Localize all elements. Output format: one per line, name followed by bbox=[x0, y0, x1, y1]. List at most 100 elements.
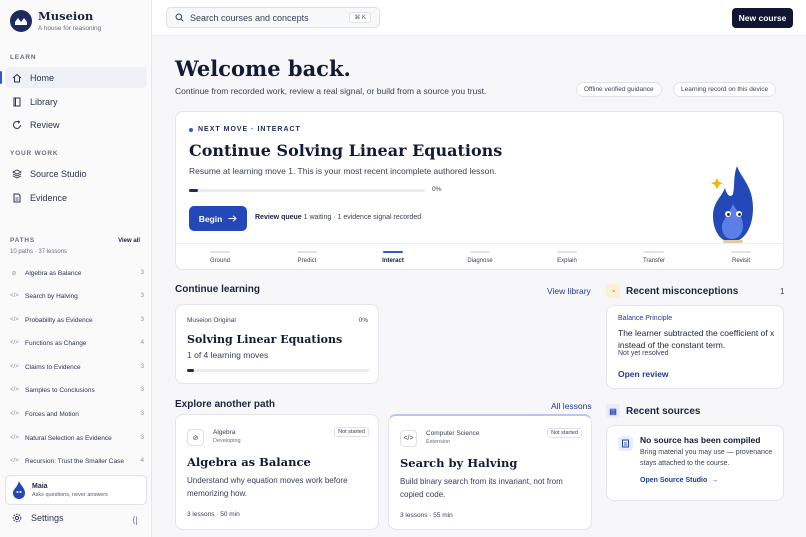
stage-diagnose[interactable]: Diagnose bbox=[450, 251, 510, 264]
sidebar-item-source-studio[interactable]: Source Studio bbox=[5, 163, 147, 184]
path-item-probability-as-evidence[interactable]: </> Probability as Evidence 3 bbox=[10, 312, 144, 328]
alert-icon: ◔ bbox=[606, 284, 620, 298]
path-icon: ⊘ bbox=[11, 270, 17, 277]
continue-course-card[interactable]: Museion Original 0% Solving Linear Equat… bbox=[175, 304, 379, 384]
path-label: Algebra as Balance bbox=[25, 269, 82, 277]
sources-title: Recent sources bbox=[626, 405, 701, 417]
sidebar: Museion A house for reasoning LEARN Home… bbox=[0, 0, 152, 537]
path-label: Search by Halving bbox=[25, 292, 78, 300]
sidebar-item-label: Evidence bbox=[30, 192, 68, 203]
page-title: Welcome back. bbox=[175, 56, 351, 81]
path-lesson-count: 3 bbox=[140, 435, 144, 441]
path-item-algebra-as-balance[interactable]: ⊘ Algebra as Balance 3 bbox=[10, 265, 144, 281]
refresh-icon bbox=[13, 119, 21, 129]
misconceptions-count: 1 bbox=[780, 287, 785, 296]
misconception-status: Not yet resolved bbox=[618, 350, 669, 357]
path-label: Natural Selection as Evidence bbox=[25, 434, 112, 442]
open-review-link[interactable]: Open review bbox=[618, 369, 669, 379]
document-icon bbox=[13, 193, 21, 202]
new-course-button[interactable]: New course bbox=[732, 8, 793, 28]
path-item-natural-selection[interactable]: </> Natural Selection as Evidence 3 bbox=[10, 430, 144, 446]
path-item-forces-and-motion[interactable]: </> Forces and Motion 3 bbox=[10, 406, 144, 422]
dot-icon bbox=[189, 127, 193, 132]
search-input[interactable]: Search courses and concepts ⌘ K bbox=[166, 7, 380, 28]
code-icon: </> bbox=[10, 458, 19, 464]
stage-indicator bbox=[470, 251, 490, 253]
course-meta: 3 lessons · 55 min bbox=[400, 512, 453, 519]
all-lessons-link[interactable]: All lessons bbox=[551, 401, 592, 411]
explore-title: Explore another path bbox=[175, 399, 276, 410]
hero-title: Continue Solving Linear Equations bbox=[189, 141, 503, 160]
page-subtitle: Continue from recorded work, review a re… bbox=[175, 86, 487, 96]
eyebrow-label: NEXT MOVE · INTERACT bbox=[198, 126, 301, 133]
sidebar-item-label: Source Studio bbox=[30, 168, 87, 179]
begin-label: Begin bbox=[198, 213, 223, 224]
stage-interact[interactable]: Interact bbox=[363, 251, 423, 264]
paths-header: PATHS 10 paths · 37 lessons View all bbox=[10, 237, 140, 255]
stage-label: Explain bbox=[557, 258, 577, 264]
sidebar-item-review[interactable]: Review bbox=[5, 114, 147, 135]
path-lesson-count: 4 bbox=[140, 340, 144, 346]
brand-tagline: A house for reasoning bbox=[38, 25, 102, 32]
view-all-paths-link[interactable]: View all bbox=[118, 238, 140, 244]
course-title: Solving Linear Equations bbox=[187, 333, 343, 346]
stage-revisit[interactable]: Revisit bbox=[711, 251, 771, 264]
course-subject: Algebra bbox=[213, 429, 236, 436]
chip-learning-record: Learning record on this device bbox=[673, 82, 777, 97]
sidebar-item-home[interactable]: Home bbox=[0, 67, 147, 88]
settings-button[interactable]: Settings bbox=[12, 513, 64, 523]
collapse-sidebar-icon[interactable]: ⟨| bbox=[132, 515, 138, 526]
begin-button[interactable]: Begin bbox=[189, 206, 247, 231]
path-item-functions-as-change[interactable]: </> Functions as Change 4 bbox=[10, 335, 144, 351]
stage-label: Transfer bbox=[642, 258, 666, 264]
arrow-right-icon: → bbox=[709, 477, 719, 484]
sidebar-item-evidence[interactable]: Evidence bbox=[5, 187, 147, 208]
misconception-card[interactable]: Balance Principle The learner subtracted… bbox=[606, 305, 784, 389]
stage-label: Predict bbox=[297, 258, 317, 264]
assistant-subtitle: Asks questions, never answers bbox=[32, 491, 108, 498]
stage-indicator bbox=[644, 251, 664, 253]
topbar: Search courses and concepts ⌘ K New cour… bbox=[152, 0, 806, 36]
stage-indicator bbox=[557, 251, 577, 253]
sidebar-item-library[interactable]: Library bbox=[5, 91, 147, 112]
open-source-studio-link[interactable]: Open Source Studio → bbox=[640, 477, 718, 484]
learning-stages: Ground Predict Interact Diagnose Explain… bbox=[176, 243, 785, 270]
path-lesson-count: 3 bbox=[140, 317, 144, 323]
stage-predict[interactable]: Predict bbox=[277, 251, 337, 264]
path-lesson-count: 4 bbox=[140, 458, 144, 464]
path-item-search-by-halving[interactable]: </> Search by Halving 3 bbox=[10, 288, 144, 304]
settings-label: Settings bbox=[31, 513, 64, 523]
brand[interactable]: Museion A house for reasoning bbox=[10, 10, 101, 32]
path-item-recursion[interactable]: </> Recursion: Trust the Smaller Case 4 bbox=[10, 453, 144, 469]
stage-ground[interactable]: Ground bbox=[190, 251, 250, 264]
paths-count: 10 paths · 37 lessons bbox=[10, 249, 68, 255]
course-level: Developing bbox=[213, 438, 241, 444]
stage-transfer[interactable]: Transfer bbox=[624, 251, 684, 264]
course-level: Extension bbox=[426, 439, 451, 445]
code-icon: </> bbox=[10, 364, 19, 370]
sidebar-item-label: Home bbox=[30, 72, 55, 83]
course-title: Search by Halving bbox=[400, 456, 518, 470]
stage-indicator bbox=[383, 251, 403, 253]
stage-indicator bbox=[210, 251, 230, 253]
path-lesson-count: 3 bbox=[140, 270, 144, 276]
view-library-link[interactable]: View library bbox=[547, 286, 591, 296]
explore-card-search[interactable]: </> Computer Science Extension Not start… bbox=[388, 414, 592, 530]
path-lesson-count: 3 bbox=[140, 411, 144, 417]
explore-card-algebra[interactable]: ⊘ Algebra Developing Not started Algebra… bbox=[175, 414, 379, 530]
open-source-studio-label: Open Source Studio bbox=[640, 477, 708, 484]
path-item-samples-to-conclusions[interactable]: </> Samples to Conclusions 3 bbox=[10, 382, 144, 398]
code-icon: </> bbox=[10, 387, 19, 393]
path-label: Recursion: Trust the Smaller Case bbox=[25, 457, 124, 465]
stage-explain[interactable]: Explain bbox=[537, 251, 597, 264]
scale-icon: ⊘ bbox=[187, 429, 204, 446]
path-item-claims-to-evidence[interactable]: </> Claims to Evidence 3 bbox=[10, 359, 144, 375]
course-subject: Computer Science bbox=[426, 430, 480, 437]
sources-card: No source has been compiled Bring materi… bbox=[606, 425, 784, 501]
path-label: Claims to Evidence bbox=[25, 363, 81, 371]
logo bbox=[10, 10, 32, 32]
brand-name: Museion bbox=[38, 9, 94, 23]
sources-empty-description: Bring material you may use — provenance … bbox=[640, 449, 773, 467]
course-meta: 3 lessons · 50 min bbox=[187, 511, 240, 518]
assistant-card[interactable]: Maia Asks questions, never answers bbox=[5, 475, 147, 505]
